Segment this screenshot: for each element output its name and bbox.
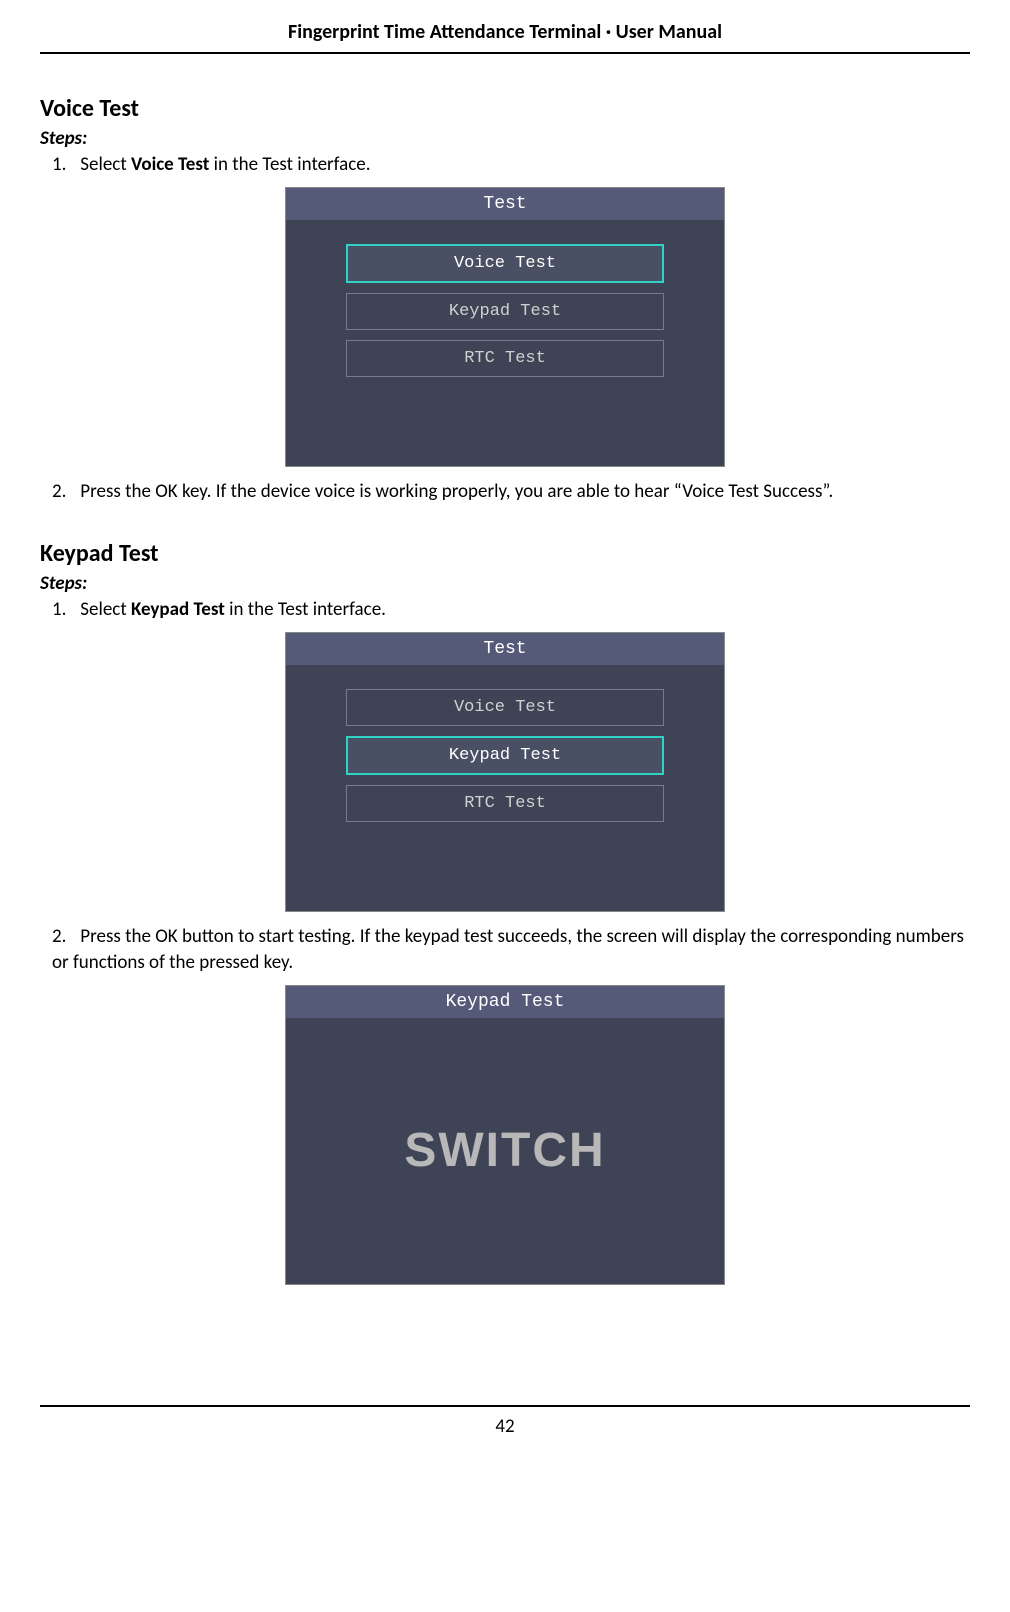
step-text: Press the OK key. If the device voice is…: [80, 480, 833, 503]
step-text-bold: Keypad Test: [131, 598, 225, 621]
menu-item-rtc-test[interactable]: RTC Test: [346, 340, 664, 377]
voice-test-device-screen: Test Voice Test Keypad Test RTC Test: [285, 187, 725, 467]
keypad-test-result-screen: Keypad Test SWITCH: [285, 985, 725, 1285]
step-text-suffix: in the Test interface.: [225, 598, 386, 621]
step-number: 2.: [52, 924, 76, 951]
device-menu: Voice Test Keypad Test RTC Test: [286, 665, 724, 846]
step-text-suffix: in the Test interface.: [209, 153, 370, 176]
step-text-prefix: Select: [80, 598, 131, 621]
voice-test-step-1: 1. Select Voice Test in the Test interfa…: [52, 152, 970, 179]
menu-item-keypad-test[interactable]: Keypad Test: [346, 293, 664, 330]
device-screen-title: Test: [286, 188, 724, 220]
voice-test-title: Voice Test: [40, 94, 970, 123]
result-value: SWITCH: [404, 1123, 605, 1178]
result-body: SWITCH: [286, 1018, 724, 1284]
keypad-test-title: Keypad Test: [40, 539, 970, 568]
step-text-bold: Voice Test: [131, 153, 209, 176]
device-menu: Voice Test Keypad Test RTC Test: [286, 220, 724, 401]
step-text: Press the OK button to start testing. If…: [52, 925, 964, 975]
page-footer: 42: [40, 1405, 970, 1438]
keypad-test-steps-label: Steps:: [40, 572, 970, 595]
device-screen-title: Test: [286, 633, 724, 665]
page-number: 42: [495, 1415, 514, 1438]
step-number: 1.: [52, 597, 76, 624]
voice-test-step-2: 2. Press the OK key. If the device voice…: [52, 479, 970, 506]
keypad-test-device-screen: Test Voice Test Keypad Test RTC Test: [285, 632, 725, 912]
menu-item-voice-test[interactable]: Voice Test: [346, 244, 664, 283]
keypad-test-step-1: 1. Select Keypad Test in the Test interf…: [52, 597, 970, 624]
keypad-test-step-2: 2. Press the OK button to start testing.…: [52, 924, 970, 977]
menu-item-keypad-test[interactable]: Keypad Test: [346, 736, 664, 775]
page-header: Fingerprint Time Attendance Terminal · U…: [40, 20, 970, 54]
step-number: 1.: [52, 152, 76, 179]
voice-test-steps-label: Steps:: [40, 127, 970, 150]
menu-item-rtc-test[interactable]: RTC Test: [346, 785, 664, 822]
device-screen-title: Keypad Test: [286, 986, 724, 1018]
step-text-prefix: Select: [80, 153, 131, 176]
menu-item-voice-test[interactable]: Voice Test: [346, 689, 664, 726]
step-number: 2.: [52, 479, 76, 506]
